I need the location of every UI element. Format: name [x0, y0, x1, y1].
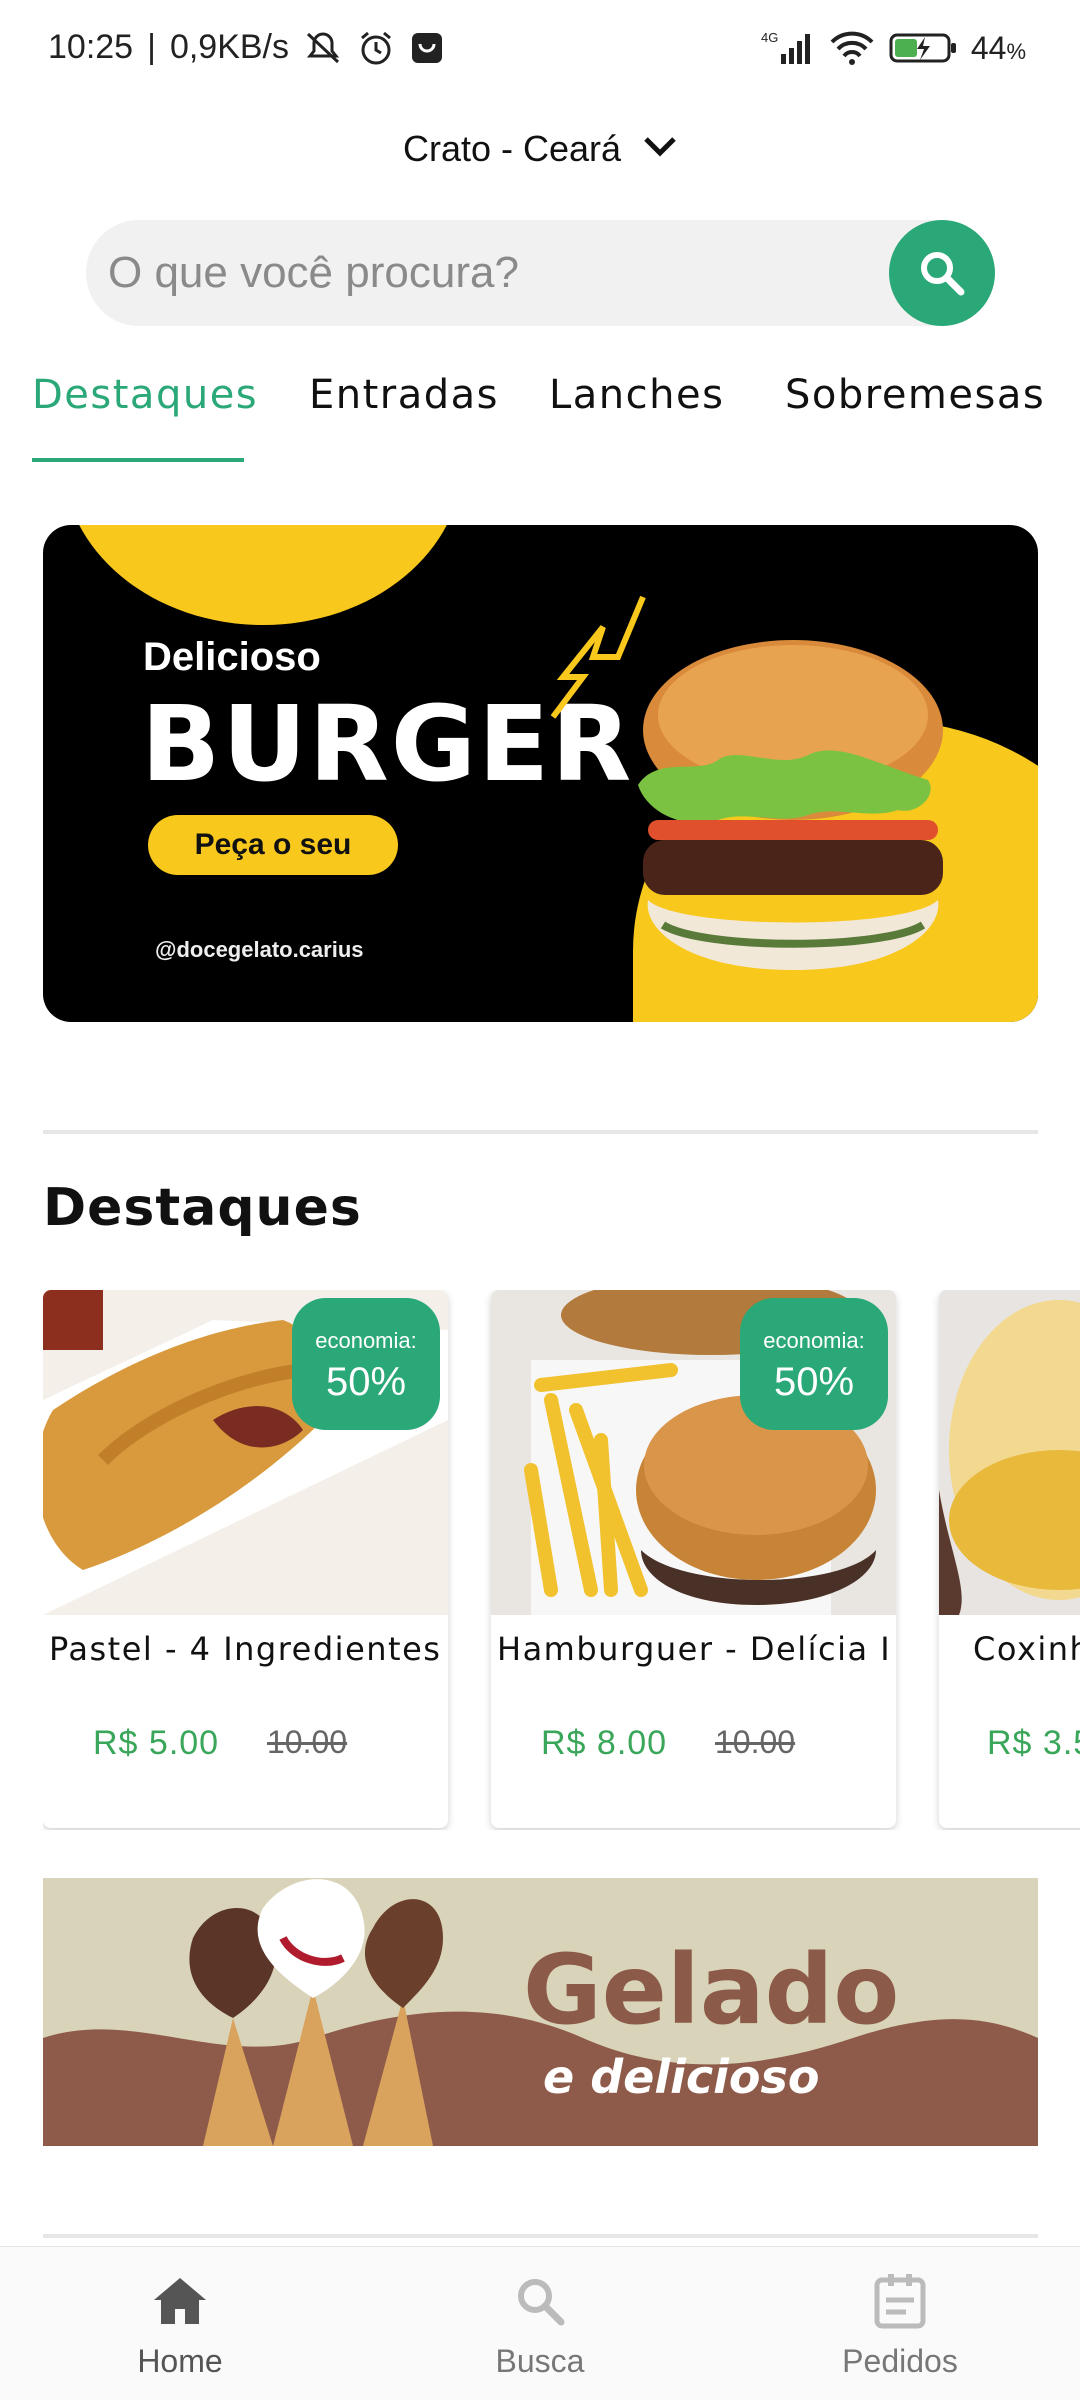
banner-kicker: Delicioso — [143, 635, 321, 679]
divider — [43, 1130, 1038, 1134]
battery-level: 44% — [971, 30, 1026, 67]
product-price: R$ 3.5 — [987, 1724, 1080, 1762]
home-icon — [150, 2271, 210, 2331]
active-tab-indicator — [32, 458, 244, 462]
nav-home[interactable]: Home — [80, 2247, 280, 2400]
discount-value: 50% — [325, 1360, 407, 1404]
nav-label: Home — [137, 2343, 223, 2379]
nav-label: Pedidos — [842, 2343, 958, 2379]
status-bar: 10:25 | 0,9KB/s 4G 44% — [0, 0, 1080, 100]
product-image — [939, 1290, 1080, 1615]
product-name: Coxinh — [973, 1630, 1080, 1668]
signal-icon: 4G — [759, 28, 815, 68]
search-button[interactable] — [889, 220, 995, 326]
banner-cta-button[interactable]: Peça o seu — [148, 815, 398, 875]
bottom-navigation: Home Busca Pedidos — [0, 2246, 1080, 2400]
discount-badge: economia: 50% — [740, 1298, 888, 1430]
product-image: economia: 50% — [491, 1290, 896, 1615]
status-separator: | — [147, 28, 156, 66]
promo-title: Gelado — [523, 1934, 900, 2046]
battery-unit: % — [1006, 38, 1026, 64]
promo-subtitle: e delicioso — [543, 2050, 820, 2104]
location-selector[interactable]: Crato - Ceará — [0, 128, 1080, 170]
promo-carousel[interactable]: Delicioso BURGER Peça o seu @docegelato.… — [43, 525, 1038, 1022]
mute-notifications-icon — [303, 30, 343, 66]
discount-badge: economia: 50% — [292, 1298, 440, 1430]
product-price: R$ 8.00 — [541, 1724, 668, 1762]
section-title: Destaques — [43, 1178, 362, 1238]
discount-label: economia: — [315, 1328, 417, 1353]
product-price: R$ 5.00 — [93, 1724, 220, 1762]
banner-handle: @docegelato.carius — [155, 937, 364, 962]
ice-cream-cone-illustration — [189, 1879, 443, 2146]
tab-entradas[interactable]: Entradas — [309, 372, 499, 418]
location-label: Crato - Ceará — [402, 128, 622, 169]
status-right: 4G 44% — [759, 28, 1026, 68]
alarm-icon — [357, 29, 395, 67]
svg-text:4G: 4G — [761, 30, 778, 45]
product-carousel: economia: 50% Pastel - 4 Ingredientes R$… — [43, 1290, 1080, 1830]
chevron-down-icon — [643, 136, 677, 163]
product-name: Pastel - 4 Ingredientes — [49, 1630, 442, 1668]
product-card[interactable]: Coxinh R$ 3.5 — [939, 1290, 1080, 1828]
banner-decoration — [63, 525, 463, 625]
tab-destaques[interactable]: Destaques — [32, 372, 258, 418]
burger-image — [638, 640, 943, 970]
promo-banner[interactable]: Gelado e delicioso — [43, 1878, 1038, 2146]
divider — [43, 2234, 1038, 2238]
product-card[interactable]: economia: 50% Hamburguer - Delícia I R$ … — [491, 1290, 896, 1828]
nav-busca[interactable]: Busca — [440, 2247, 640, 2400]
search-input[interactable] — [108, 220, 908, 326]
search-icon — [921, 252, 965, 296]
network-speed: 0,9KB/s — [169, 28, 290, 66]
nav-label: Busca — [495, 2343, 585, 2379]
discount-value: 50% — [773, 1360, 855, 1404]
product-name: Hamburguer - Delícia I — [497, 1630, 892, 1668]
product-card[interactable]: economia: 50% Pastel - 4 Ingredientes R$… — [43, 1290, 448, 1828]
battery-icon — [889, 30, 957, 66]
nav-pedidos[interactable]: Pedidos — [800, 2247, 1000, 2400]
orders-icon — [870, 2271, 930, 2331]
tab-lanches[interactable]: Lanches — [549, 372, 724, 418]
search-bar — [86, 220, 995, 326]
shop-icon — [409, 30, 445, 66]
search-icon — [510, 2271, 570, 2331]
status-time: 10:25 — [48, 28, 134, 66]
status-left: 10:25 | 0,9KB/s — [48, 28, 445, 67]
product-old-price: 10.00 — [715, 1724, 796, 1760]
discount-label: economia: — [763, 1328, 865, 1353]
tab-sobremesas[interactable]: Sobremesas — [785, 372, 1045, 418]
category-tabs: Destaques Entradas Lanches Sobremesas — [0, 362, 1080, 462]
product-old-price: 10.00 — [267, 1724, 348, 1760]
battery-value: 44 — [970, 29, 1007, 66]
wifi-icon — [829, 30, 875, 66]
product-image: economia: 50% — [43, 1290, 448, 1615]
